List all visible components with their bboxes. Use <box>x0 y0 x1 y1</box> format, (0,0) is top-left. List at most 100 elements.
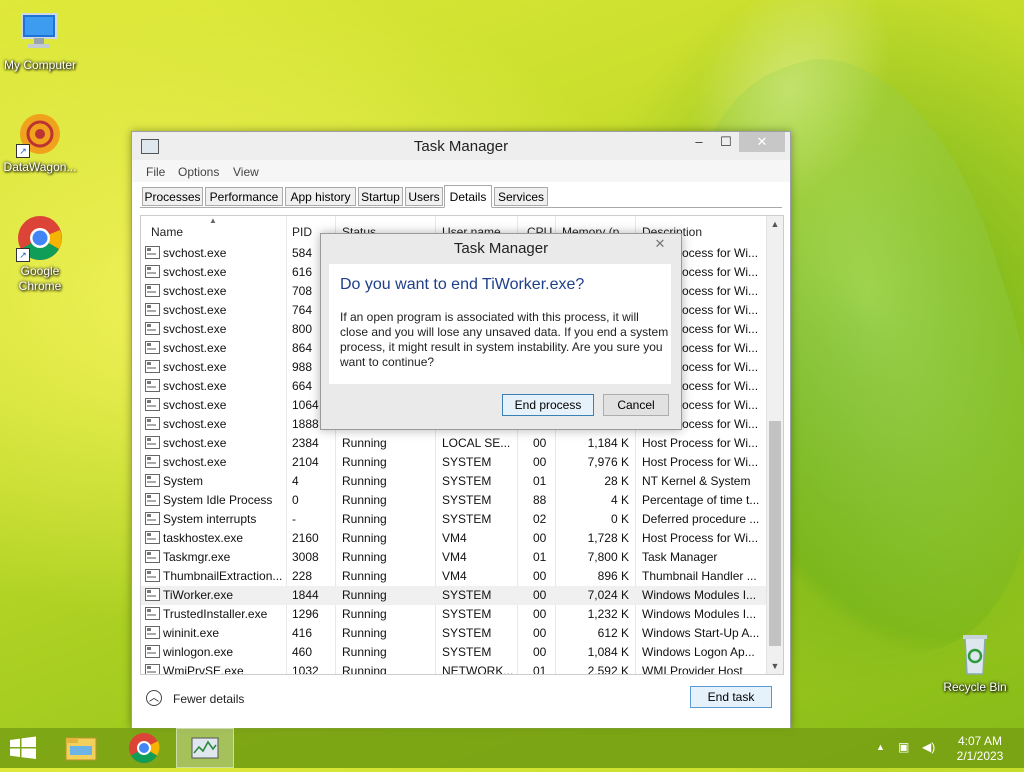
cell-name: taskhostex.exe <box>163 531 244 545</box>
process-icon <box>145 398 160 411</box>
cell-cpu: 00 <box>533 569 547 583</box>
table-row[interactable]: Taskmgr.exe 3008 Running VM4 01 7,800 K Task M… <box>141 548 766 567</box>
tab-services[interactable]: Services <box>494 187 548 206</box>
scrollbar-thumb[interactable] <box>769 421 781 646</box>
table-row[interactable]: System Idle Process 0 Running SYSTEM 88 4 K Pe… <box>141 491 766 510</box>
cell-cpu: 00 <box>533 455 547 469</box>
process-icon <box>145 474 160 487</box>
cancel-button[interactable]: Cancel <box>603 394 669 416</box>
minimize-button[interactable]: – <box>685 132 713 152</box>
end-process-button[interactable]: End process <box>502 394 594 416</box>
process-icon <box>145 512 160 525</box>
cell-name: svchost.exe <box>163 246 227 260</box>
cell-name: wininit.exe <box>163 626 220 640</box>
cell-name: System <box>163 474 204 488</box>
menu-options[interactable]: Options <box>178 165 219 179</box>
chrome-icon <box>129 733 160 764</box>
table-row[interactable]: TrustedInstaller.exe 1296 Running SYSTEM 00 1… <box>141 605 766 624</box>
menu-file[interactable]: File <box>146 165 165 179</box>
desktop-icon-label: Recycle Bin <box>943 680 1007 694</box>
table-row[interactable]: svchost.exe 2384 Running LOCAL SE... 00 1,184… <box>141 434 766 453</box>
cell-name: System interrupts <box>163 512 257 526</box>
tab-processes[interactable]: Processes <box>142 187 203 206</box>
table-row[interactable]: wininit.exe 416 Running SYSTEM 00 612 K Window… <box>141 624 766 643</box>
process-icon <box>145 379 160 392</box>
tab-users[interactable]: Users <box>405 187 443 206</box>
process-icon <box>145 645 160 658</box>
cell-memory: 612 K <box>597 626 629 640</box>
tab-strip: Processes Performance App history Startu… <box>140 185 782 208</box>
cell-name: Taskmgr.exe <box>163 550 231 564</box>
cell-user: SYSTEM <box>442 588 492 602</box>
close-button[interactable]: ✕ <box>739 132 785 152</box>
end-task-button[interactable]: End task <box>690 686 772 708</box>
taskbar-chrome[interactable] <box>116 728 172 768</box>
process-icon <box>145 455 160 468</box>
process-icon <box>145 626 160 639</box>
cell-memory: 1,728 K <box>587 531 629 545</box>
process-icon <box>145 303 160 316</box>
cell-pid: 2104 <box>292 455 319 469</box>
tab-details[interactable]: Details <box>444 185 492 208</box>
scroll-down-icon[interactable]: ▼ <box>767 658 783 674</box>
cell-cpu: 00 <box>533 436 547 450</box>
cell-pid: 1844 <box>292 588 319 602</box>
cell-pid: 1032 <box>292 664 319 675</box>
cell-status: Running <box>342 588 387 602</box>
column-pid[interactable]: PID <box>292 225 312 239</box>
cell-cpu: 88 <box>533 493 547 507</box>
cell-name: svchost.exe <box>163 360 227 374</box>
desktop-icon-google-chrome[interactable]: ↗ Google Chrome <box>0 214 80 294</box>
tab-app-history[interactable]: App history <box>285 187 356 206</box>
table-row[interactable]: winlogon.exe 460 Running SYSTEM 00 1,084 K Win… <box>141 643 766 662</box>
table-row[interactable]: svchost.exe 2104 Running SYSTEM 00 7,976 K Hos… <box>141 453 766 472</box>
vertical-scrollbar[interactable]: ▲ ▼ <box>766 216 783 674</box>
cell-status: Running <box>342 531 387 545</box>
taskbar-task-manager[interactable] <box>176 728 234 768</box>
process-icon <box>145 550 160 563</box>
title-bar[interactable]: Task Manager – ☐ ✕ <box>132 132 790 160</box>
cell-memory: 28 K <box>604 474 629 488</box>
shortcut-arrow-icon: ↗ <box>16 144 30 158</box>
table-row[interactable]: ThumbnailExtraction... 228 Running VM4 00 896… <box>141 567 766 586</box>
table-row[interactable]: taskhostex.exe 2160 Running VM4 00 1,728 K Hos… <box>141 529 766 548</box>
column-name[interactable]: Name <box>151 225 183 239</box>
desktop-icon-datawagon[interactable]: ↗ DataWagon... <box>0 110 80 175</box>
process-icon <box>145 569 160 582</box>
cell-status: Running <box>342 664 387 675</box>
process-icon <box>145 436 160 449</box>
cell-pid: 2384 <box>292 436 319 450</box>
dialog-message: If an open program is associated with th… <box>340 310 669 369</box>
desktop-icon-recycle-bin[interactable]: Recycle Bin <box>935 630 1015 695</box>
table-row[interactable]: System 4 Running SYSTEM 01 28 K NT Kernel & Sy… <box>141 472 766 491</box>
table-row[interactable]: System interrupts - Running SYSTEM 02 0 K Defe… <box>141 510 766 529</box>
cell-name: svchost.exe <box>163 398 227 412</box>
cell-description: Windows Modules I... <box>642 588 757 602</box>
cell-memory: 1,084 K <box>587 645 629 659</box>
tab-performance[interactable]: Performance <box>205 187 283 206</box>
network-icon[interactable]: ▣ <box>898 740 909 754</box>
scroll-up-icon[interactable]: ▲ <box>767 216 783 232</box>
table-row-selected[interactable]: TiWorker.exe 1844 Running SYSTEM 00 7,024 K Wi… <box>141 586 766 605</box>
clock[interactable]: 4:07 AM 2/1/2023 <box>946 734 1014 764</box>
cell-user: SYSTEM <box>442 455 492 469</box>
taskbar-file-explorer[interactable] <box>52 728 108 768</box>
tab-startup[interactable]: Startup <box>358 187 403 206</box>
cell-memory: 1,232 K <box>587 607 629 621</box>
show-hidden-icons[interactable]: ▲ <box>876 742 885 752</box>
cell-name: WmiPrvSE.exe <box>163 664 244 675</box>
volume-icon[interactable]: ◀) <box>922 740 935 754</box>
dialog-close-button[interactable]: ✕ <box>647 235 673 253</box>
start-button[interactable] <box>0 728 56 768</box>
cell-status: Running <box>342 645 387 659</box>
cell-description: WMI Provider Host <box>642 664 743 675</box>
cell-name: svchost.exe <box>163 265 227 279</box>
desktop-icon-my-computer[interactable]: My Computer <box>0 8 80 73</box>
dialog-heading: Do you want to end TiWorker.exe? <box>340 276 585 293</box>
fewer-details-label: Fewer details <box>173 692 245 706</box>
cell-name: svchost.exe <box>163 455 227 469</box>
clock-time: 4:07 AM <box>957 734 1003 748</box>
maximize-button[interactable]: ☐ <box>713 132 739 152</box>
menu-view[interactable]: View <box>233 165 259 179</box>
table-row[interactable]: WmiPrvSE.exe 1032 Running NETWORK... 01 2,592… <box>141 662 766 675</box>
